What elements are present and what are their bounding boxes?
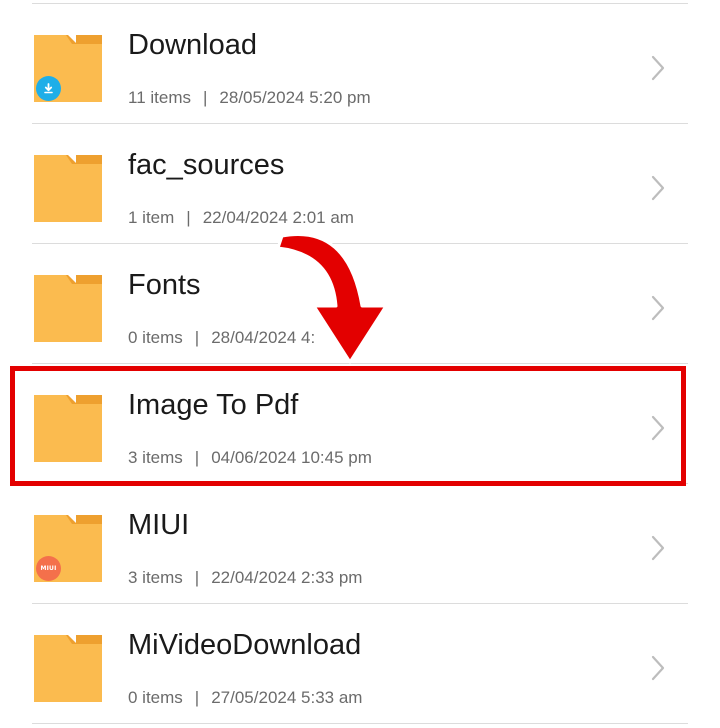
folder-name: fac_sources [128, 149, 285, 181]
separator: | [186, 208, 191, 227]
folder-icon [32, 32, 104, 104]
miui-badge-label: MIUI [40, 565, 57, 572]
separator: | [194, 688, 200, 707]
divider [32, 723, 688, 724]
folder-meta: 11 items | 28/05/2024 5:20 pm [128, 88, 371, 108]
separator: | [203, 88, 208, 107]
modified-date: 22/04/2024 2:01 am [202, 208, 354, 227]
folder-name: Download [128, 29, 257, 61]
chevron-right-icon [651, 655, 665, 681]
item-count: 0 items [128, 328, 183, 347]
folder-name: Fonts [128, 269, 201, 301]
folder-row-fac-sources[interactable]: fac_sources 1 item | 22/04/2024 2:01 am [0, 124, 720, 244]
item-count: 3 items [128, 568, 183, 587]
folder-name: Image To Pdf [128, 389, 299, 421]
folder-meta: 0 items | 27/05/2024 5:33 am [128, 688, 362, 708]
modified-date: 04/06/2024 10:45 pm [211, 448, 372, 467]
chevron-right-icon [651, 535, 665, 561]
modified-date: 28/04/2024 4: [211, 328, 316, 347]
item-count: 0 items [128, 688, 183, 707]
folder-name: MIUI [128, 509, 190, 541]
folder-meta: 0 items | 28/04/2024 4: [128, 328, 315, 348]
folder-meta: 3 items | 04/06/2024 10:45 pm [128, 448, 372, 468]
folder-icon [32, 152, 104, 224]
chevron-right-icon [651, 295, 665, 321]
folder-meta: 1 item | 22/04/2024 2:01 am [128, 208, 354, 228]
folder-name: MiVideoDownload [128, 629, 362, 661]
folder-icon [32, 392, 104, 464]
separator: | [194, 448, 200, 467]
folder-row-mivideodownload[interactable]: MiVideoDownload 0 items | 27/05/2024 5:3… [0, 604, 720, 724]
separator: | [194, 328, 200, 347]
folder-row-image-to-pdf[interactable]: Image To Pdf 3 items | 04/06/2024 10:45 … [0, 364, 720, 484]
folder-row-download[interactable]: Download 11 items | 28/05/2024 5:20 pm [0, 4, 720, 124]
item-count: 3 items [128, 448, 183, 467]
item-count: 11 items [128, 88, 191, 107]
chevron-right-icon [651, 55, 665, 81]
chevron-right-icon [651, 175, 665, 201]
separator: | [194, 568, 200, 587]
chevron-right-icon [651, 415, 665, 441]
folder-row-miui[interactable]: MIUI MIUI 3 items | 22/04/2024 2:33 pm [0, 484, 720, 604]
item-count: 1 item [128, 208, 175, 227]
folder-row-fonts[interactable]: Fonts 0 items | 28/04/2024 4: [0, 244, 720, 364]
folder-icon [32, 632, 104, 704]
folder-icon [32, 272, 104, 344]
miui-icon: MIUI [36, 556, 61, 581]
modified-date: 27/05/2024 5:33 am [211, 688, 363, 707]
folder-icon: MIUI [32, 512, 104, 584]
modified-date: 28/05/2024 5:20 pm [219, 88, 371, 107]
download-icon [36, 76, 61, 101]
modified-date: 22/04/2024 2:33 pm [211, 568, 363, 587]
folder-meta: 3 items | 22/04/2024 2:33 pm [128, 568, 362, 588]
